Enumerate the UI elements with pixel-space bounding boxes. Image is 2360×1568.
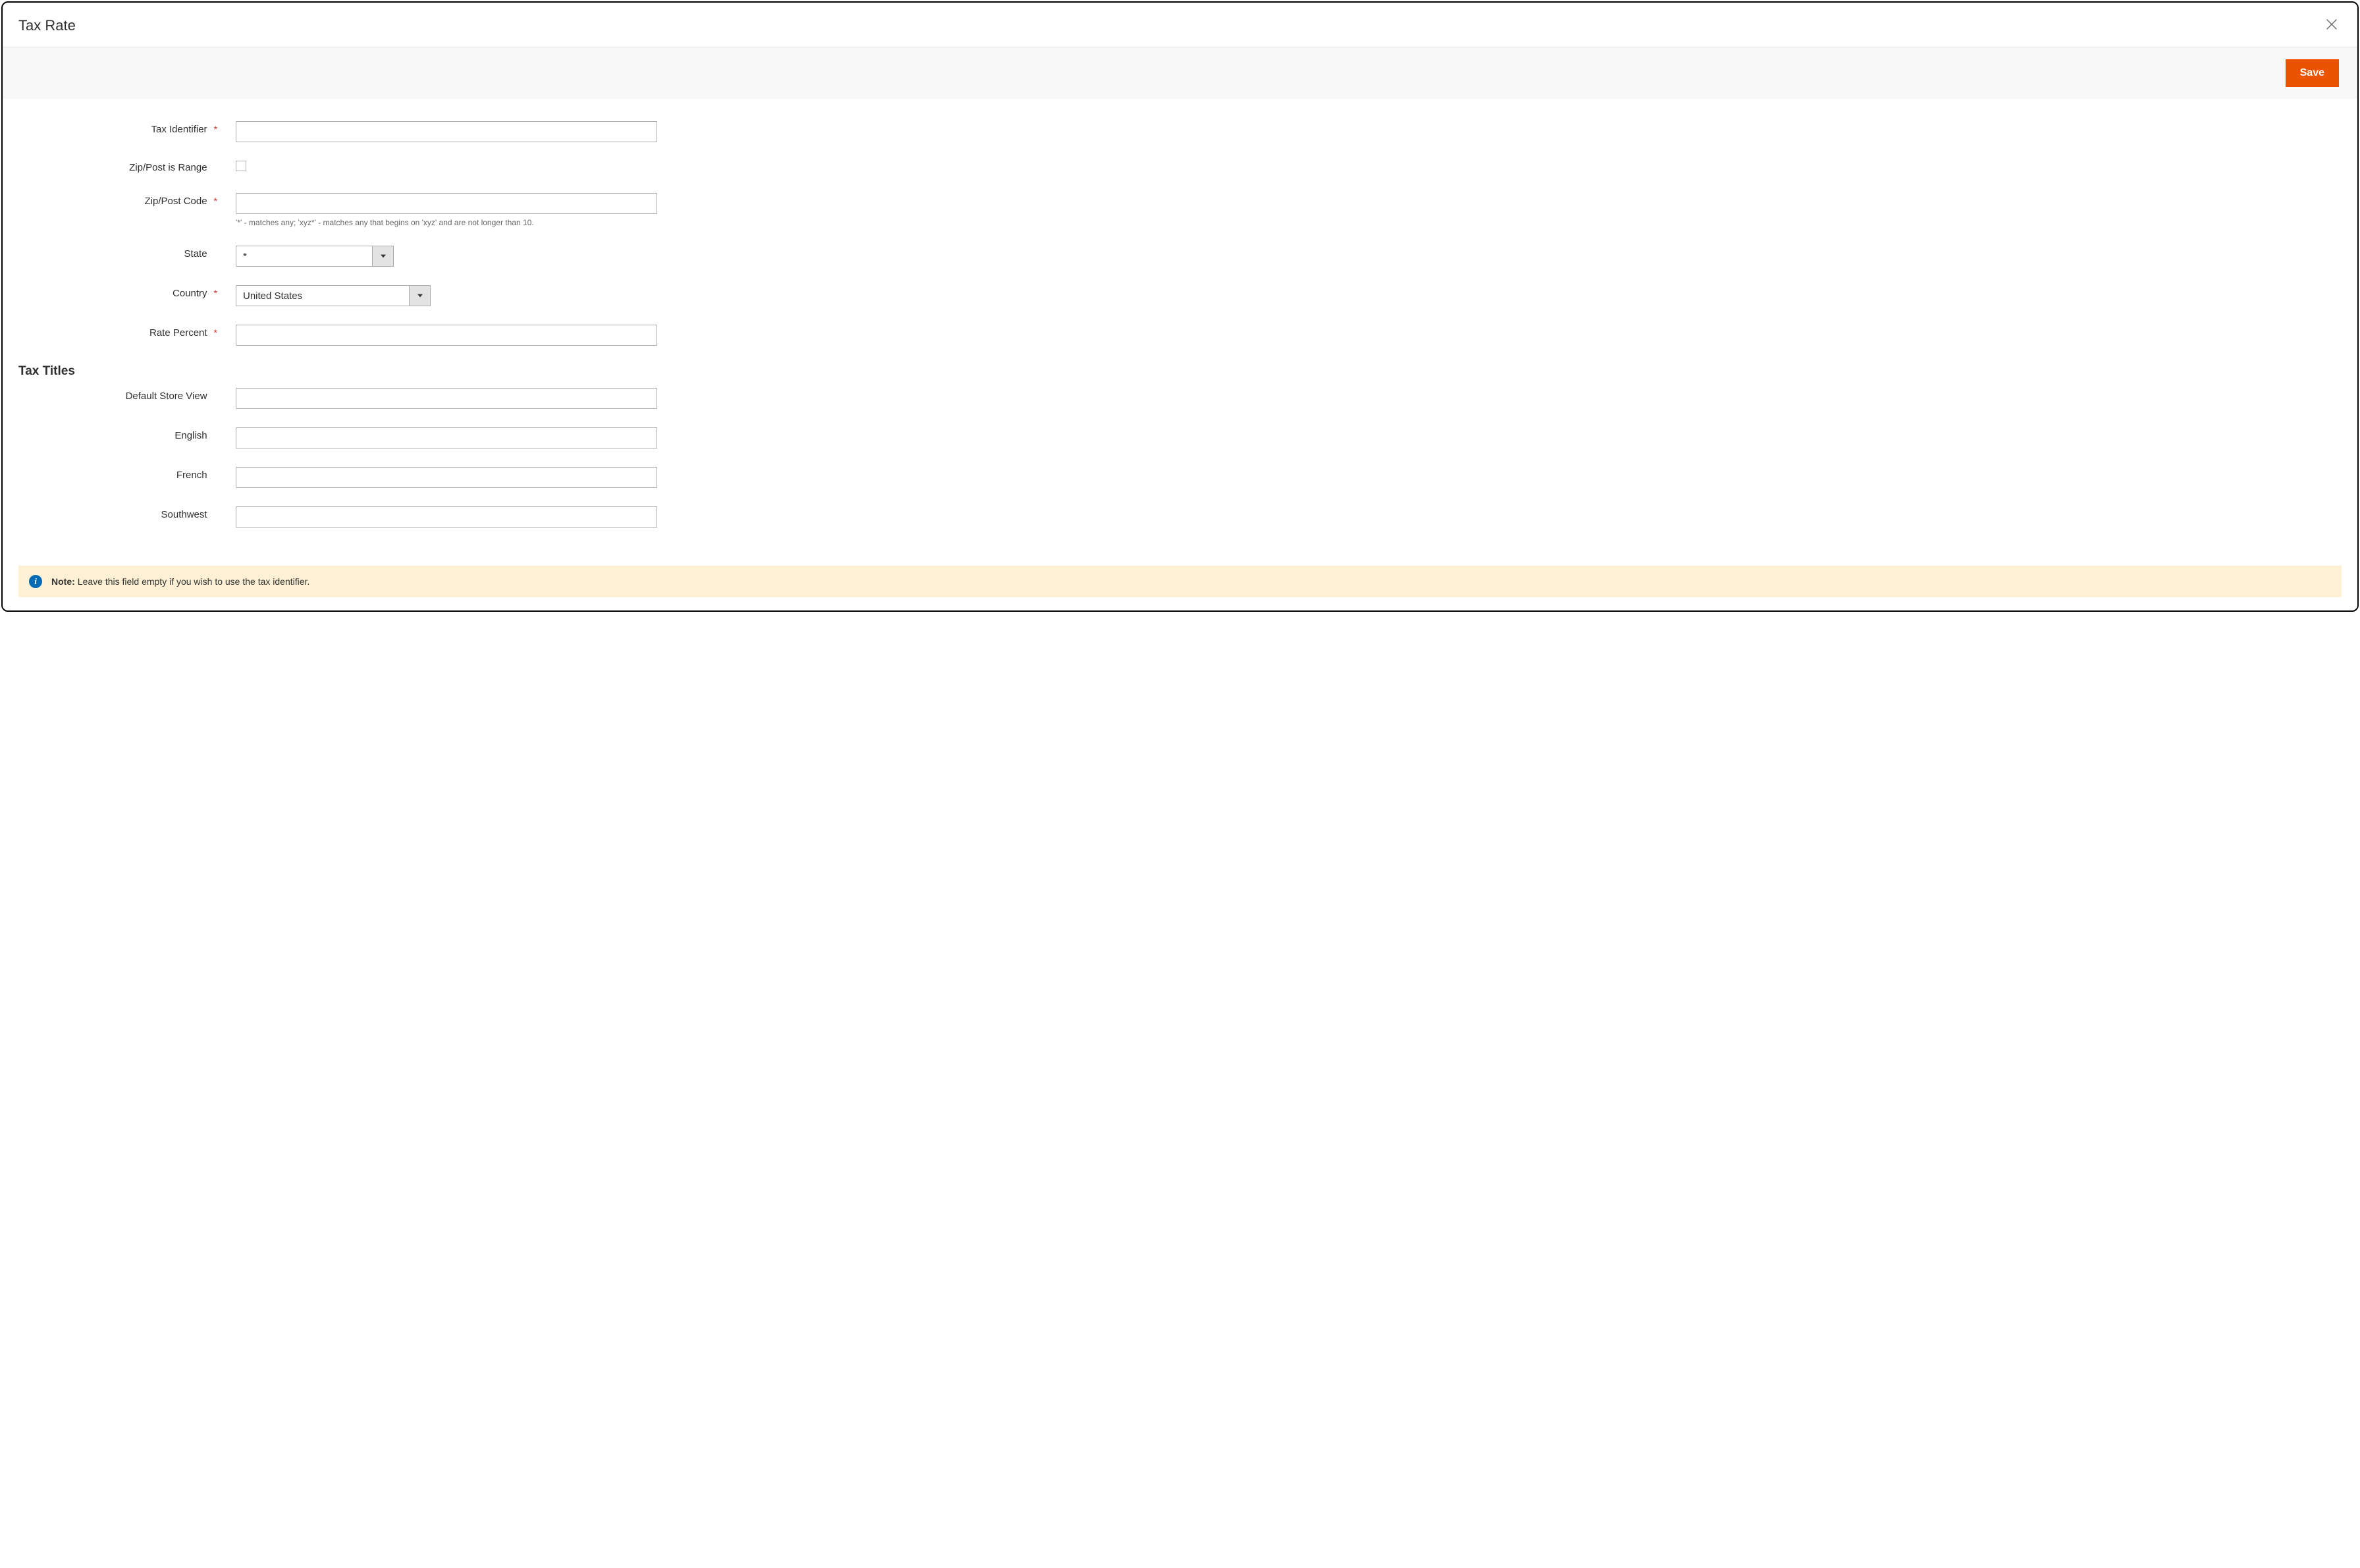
required-mark: * [214, 124, 217, 134]
required-mark: * [214, 288, 217, 298]
action-bar: Save [3, 47, 2357, 99]
zip-code-input[interactable] [236, 193, 657, 214]
label-zip-is-range: Zip/Post is Range * [18, 162, 236, 173]
state-select-value: * [236, 246, 372, 266]
field-title-french: French * [18, 467, 2342, 488]
zip-code-help: '*' - matches any; 'xyz*' - matches any … [236, 218, 657, 227]
label-zip-code: Zip/Post Code * [18, 193, 236, 207]
label-default-store-view: Default Store View * [18, 388, 236, 402]
field-zip-code: Zip/Post Code * '*' - matches any; 'xyz*… [18, 193, 2342, 227]
note-text: Leave this field empty if you wish to us… [78, 576, 310, 587]
title-southwest-input[interactable] [236, 506, 657, 527]
required-mark: * [214, 327, 217, 338]
save-button[interactable]: Save [2286, 59, 2339, 87]
zip-is-range-checkbox[interactable] [236, 161, 246, 171]
label-text: Default Store View [126, 391, 207, 402]
title-default-store-view-input[interactable] [236, 388, 657, 409]
label-text: Rate Percent [149, 327, 207, 338]
tax-identifier-input[interactable] [236, 121, 657, 142]
modal-title: Tax Rate [18, 17, 76, 34]
label-country: Country * [18, 285, 236, 299]
field-country: Country * United States [18, 285, 2342, 306]
country-select[interactable]: United States [236, 285, 431, 306]
close-button[interactable] [2322, 14, 2342, 36]
label-text: Zip/Post is Range [129, 162, 207, 173]
title-english-input[interactable] [236, 427, 657, 448]
state-select[interactable]: * [236, 246, 394, 267]
label-text: Zip/Post Code [145, 196, 207, 207]
rate-percent-input[interactable] [236, 325, 657, 346]
label-text: Tax Identifier [151, 124, 207, 135]
note-bar: i Note: Leave this field empty if you wi… [18, 566, 2342, 597]
field-rate-percent: Rate Percent * [18, 325, 2342, 346]
modal-header: Tax Rate [3, 3, 2357, 47]
field-state: State * * [18, 246, 2342, 267]
chevron-down-icon [409, 286, 430, 306]
label-text: English [174, 430, 207, 441]
field-title-default-store-view: Default Store View * [18, 388, 2342, 409]
tax-titles-heading: Tax Titles [18, 364, 2342, 379]
note-prefix: Note: [51, 576, 75, 587]
field-title-southwest: Southwest * [18, 506, 2342, 527]
info-icon: i [29, 575, 42, 588]
label-text: Southwest [161, 509, 207, 520]
field-zip-is-range: Zip/Post is Range * [18, 161, 2342, 175]
close-icon [2324, 17, 2339, 34]
label-french: French * [18, 467, 236, 481]
form-content: Tax Identifier * Zip/Post is Range * Zip… [3, 99, 2357, 559]
label-southwest: Southwest * [18, 506, 236, 520]
label-text: Country [173, 288, 207, 299]
country-select-value: United States [236, 286, 409, 306]
label-english: English * [18, 427, 236, 441]
label-text: State [184, 248, 207, 259]
title-french-input[interactable] [236, 467, 657, 488]
field-title-english: English * [18, 427, 2342, 448]
tax-rate-modal: Tax Rate Save Tax Identifier * Zi [1, 1, 2359, 612]
label-tax-identifier: Tax Identifier * [18, 121, 236, 135]
field-tax-identifier: Tax Identifier * [18, 121, 2342, 142]
label-state: State * [18, 246, 236, 259]
chevron-down-icon [372, 246, 393, 266]
label-rate-percent: Rate Percent * [18, 325, 236, 338]
label-text: French [176, 470, 207, 481]
required-mark: * [214, 196, 217, 206]
